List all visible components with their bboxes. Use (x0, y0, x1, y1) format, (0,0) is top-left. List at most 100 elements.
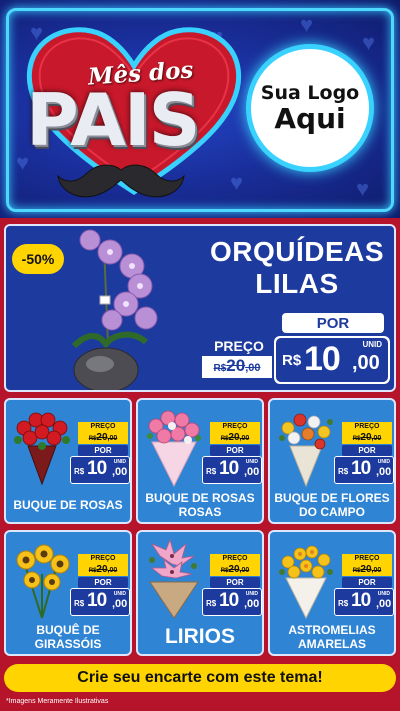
new-price-int: 10 (351, 590, 371, 611)
unid-label: UNID (113, 591, 126, 597)
new-price-dec: ,00 (376, 598, 392, 610)
old-price-dec: ,00 (107, 567, 118, 574)
old-price-int: 20 (360, 432, 372, 443)
old-price: R$ 20 ,00 (210, 432, 260, 444)
old-price-int: 20 (228, 564, 240, 575)
new-price-dec: ,00 (112, 598, 128, 610)
new-price-currency: R$ (74, 599, 85, 608)
preco-label: PREÇO (342, 422, 392, 432)
unid-label: UNID (245, 591, 258, 597)
mustache-icon (57, 164, 185, 198)
old-price-dec: ,00 (371, 567, 382, 574)
product-card[interactable]: PREÇO R$ 20 ,00 POR UNID R$ 10 ,00 BUQUÊ… (4, 530, 132, 656)
preco-label: PREÇO (78, 422, 128, 432)
old-price-int: 20 (96, 564, 108, 575)
por-label: POR (78, 445, 128, 456)
product-card[interactable]: PREÇO R$ 20 ,00 POR UNID R$ 10 ,00 BUQUE… (136, 398, 264, 524)
header-banner: ♥ ♥ ♥ ♥ ♥ ♥ ♥ Mês dos PAIS Sua Logo Aqui (0, 0, 400, 218)
new-price-int: 10 (219, 458, 239, 479)
new-price-currency: R$ (74, 467, 85, 476)
unid-label: UNID (377, 591, 390, 597)
new-price-int: 10 (304, 340, 341, 378)
new-price: UNID R$ 10 ,00 (334, 456, 394, 484)
old-price: R$ 20 ,00 (342, 564, 392, 576)
featured-name-line2: LILAS (255, 268, 339, 299)
logo-text-line1: Sua Logo (260, 81, 360, 104)
discount-badge: -50% (12, 244, 64, 274)
por-label: POR (78, 577, 128, 588)
new-price-dec: ,00 (244, 466, 260, 478)
preco-label: PREÇO (78, 554, 128, 564)
new-price: UNID R$ 10 ,00 (274, 336, 390, 384)
new-price: UNID R$ 10 ,00 (202, 456, 262, 484)
new-price-int: 10 (219, 590, 239, 611)
product-name: ASTROMELIAS AMARELAS (288, 623, 376, 651)
old-price-dec: ,00 (371, 435, 382, 442)
new-price-dec: ,00 (244, 598, 260, 610)
por-label: POR (210, 577, 260, 588)
old-price-int: 20 (360, 564, 372, 575)
old-price-int: 20 (228, 432, 240, 443)
new-price-dec: ,00 (376, 466, 392, 478)
title-big: PAIS (26, 78, 201, 162)
unid-label: UNID (377, 459, 390, 465)
preco-label: PREÇO (210, 554, 260, 564)
sunflowers-bouquet-image (16, 544, 70, 619)
product-card[interactable]: PREÇO R$ 20 ,00 POR UNID R$ 10 ,00 LIRIO… (136, 530, 264, 656)
new-price-currency: R$ (282, 352, 302, 369)
featured-product[interactable]: -50% ORQUÍDEAS LILAS POR PREÇO R$ 20 ,00… (4, 224, 396, 392)
disclaimer-text: *Imagens Meramente Ilustrativas (6, 698, 109, 705)
old-price: R$ 20 ,00 (202, 356, 272, 378)
new-price-int: 10 (351, 458, 371, 479)
alstroemeria-bouquet-image (279, 545, 333, 620)
product-card[interactable]: PREÇO R$ 20 ,00 POR UNID R$ 10 ,00 BUQUE… (4, 398, 132, 524)
por-label: POR (342, 577, 392, 588)
preco-label: PREÇO (202, 338, 276, 356)
old-price-int: 20 (226, 356, 246, 375)
product-name: LIRIOS (164, 625, 235, 648)
product-name: BUQUE DE ROSAS ROSAS (145, 491, 255, 519)
old-price-dec: ,00 (245, 362, 261, 374)
old-price-currency: R$ (220, 436, 229, 442)
product-card[interactable]: PREÇO R$ 20 ,00 POR UNID R$ 10 ,00 BUQUE… (268, 398, 396, 524)
new-price-int: 10 (87, 458, 107, 479)
unid-label: UNID (113, 459, 126, 465)
por-label: POR (282, 313, 384, 333)
old-price: R$ 20 ,00 (78, 564, 128, 576)
logo-placeholder[interactable]: Sua Logo Aqui (246, 44, 374, 172)
new-price: UNID R$ 10 ,00 (70, 588, 130, 616)
old-price-dec: ,00 (239, 435, 250, 442)
product-name: BUQUÊ DE GIRASSÓIS (34, 623, 102, 651)
old-price: R$ 20 ,00 (342, 432, 392, 444)
product-card[interactable]: PREÇO R$ 20 ,00 POR UNID R$ 10 ,00 ASTRO… (268, 530, 396, 656)
create-flyer-button[interactable]: Crie seu encarte com este tema! (4, 664, 396, 692)
preco-label: PREÇO (342, 554, 392, 564)
old-price-int: 20 (96, 432, 108, 443)
new-price-dec: ,00 (112, 466, 128, 478)
old-price: R$ 20 ,00 (78, 432, 128, 444)
new-price-dec: ,00 (352, 352, 380, 374)
product-name: BUQUE DE FLORES DO CAMPO (274, 491, 390, 519)
lilies-bouquet-image (149, 538, 199, 619)
new-price: UNID R$ 10 ,00 (70, 456, 130, 484)
orchid-image (71, 229, 158, 390)
unid-label: UNID (245, 459, 258, 465)
new-price-currency: R$ (338, 599, 349, 608)
featured-name-line1: ORQUÍDEAS (209, 236, 385, 267)
new-price-currency: R$ (206, 467, 217, 476)
old-price-currency: R$ (352, 568, 361, 574)
old-price-dec: ,00 (107, 435, 118, 442)
old-price-currency: R$ (352, 436, 361, 442)
new-price: UNID R$ 10 ,00 (334, 588, 394, 616)
old-price-currency: R$ (88, 436, 97, 442)
old-price-currency: R$ (220, 568, 229, 574)
logo-text-line2: Aqui (274, 101, 346, 135)
product-name: BUQUE DE ROSAS (13, 498, 123, 512)
por-label: POR (342, 445, 392, 456)
old-price-currency: R$ (213, 363, 227, 374)
new-price: UNID R$ 10 ,00 (202, 588, 262, 616)
featured-title: ORQUÍDEAS LILAS (202, 236, 392, 300)
title-logo: Mês dos PAIS (18, 14, 250, 204)
preco-label: PREÇO (210, 422, 260, 432)
new-price-currency: R$ (338, 467, 349, 476)
